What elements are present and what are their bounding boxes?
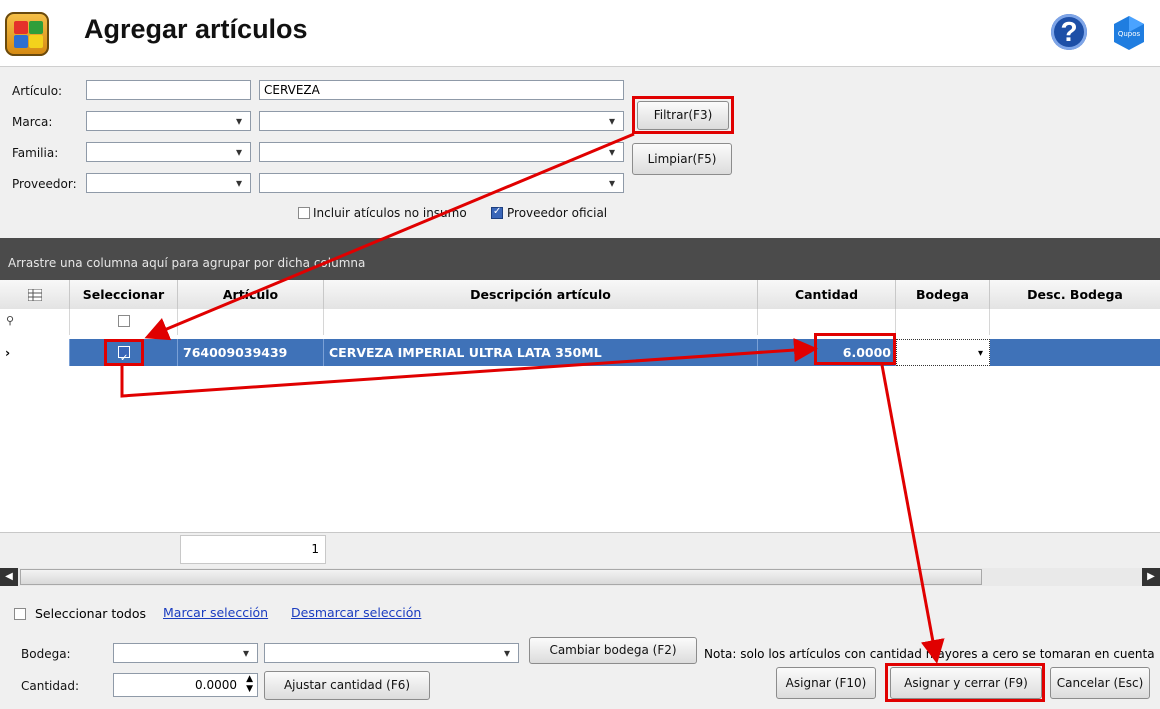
cantidad-label: Cantidad: bbox=[21, 679, 80, 693]
articulo-code-input[interactable] bbox=[86, 80, 251, 100]
app-icon bbox=[5, 12, 49, 56]
incluir-checkbox[interactable] bbox=[298, 207, 310, 219]
seleccionar-todos-checkbox[interactable] bbox=[14, 608, 26, 620]
filter-cell-desc-bodega[interactable] bbox=[990, 309, 1160, 335]
col-bodega[interactable]: Bodega bbox=[896, 280, 990, 309]
asignar-cerrar-button[interactable]: Asignar y cerrar (F9) bbox=[890, 667, 1042, 699]
seleccionar-todos-label: Seleccionar todos bbox=[35, 606, 146, 621]
row-descripcion[interactable]: CERVEZA IMPERIAL ULTRA LATA 350ML bbox=[324, 339, 758, 366]
cambiar-bodega-button[interactable]: Cambiar bodega (F2) bbox=[529, 637, 697, 664]
help-icon[interactable]: ? bbox=[1051, 14, 1087, 50]
column-chooser-icon[interactable] bbox=[0, 280, 70, 309]
bodega-label: Bodega: bbox=[21, 647, 71, 661]
row-select-cell bbox=[70, 339, 178, 372]
window-title: Agregar artículos bbox=[84, 14, 308, 44]
nota-text: Nota: solo los artículos con cantidad ma… bbox=[704, 647, 1155, 661]
horizontal-scrollbar[interactable]: ◀ ▶ bbox=[0, 568, 1160, 586]
row-bodega-select[interactable]: ▾ bbox=[896, 339, 990, 366]
bodega-select[interactable] bbox=[264, 643, 519, 663]
articulo-text-input[interactable]: CERVEZA bbox=[259, 80, 624, 100]
col-articulo[interactable]: Artículo bbox=[178, 280, 324, 309]
title-bar: Agregar artículos ? Qupos bbox=[0, 0, 1160, 67]
row-articulo[interactable]: 764009039439 bbox=[178, 339, 324, 366]
filter-icon[interactable]: ⚲ bbox=[0, 309, 70, 335]
marca-select[interactable] bbox=[259, 111, 624, 131]
familia-label: Familia: bbox=[12, 146, 59, 160]
grid-header: Seleccionar Artículo Descripción artícul… bbox=[0, 280, 1160, 310]
col-descripcion[interactable]: Descripción artículo bbox=[324, 280, 758, 309]
articulo-label: Artículo: bbox=[12, 84, 63, 98]
asignar-button[interactable]: Asignar (F10) bbox=[776, 667, 876, 699]
scroll-right-icon[interactable]: ▶ bbox=[1142, 568, 1160, 586]
filter-cell-bodega[interactable] bbox=[896, 309, 990, 335]
table-row[interactable]: › 764009039439 CERVEZA IMPERIAL ULTRA LA… bbox=[0, 339, 1160, 372]
col-seleccionar[interactable]: Seleccionar bbox=[70, 280, 178, 309]
row-count: 1 bbox=[180, 535, 326, 564]
familia-select[interactable] bbox=[259, 142, 624, 162]
group-panel-text: Arrastre una columna aquí para agrupar p… bbox=[8, 256, 366, 270]
filter-select-checkbox[interactable] bbox=[118, 315, 130, 327]
marca-label: Marca: bbox=[12, 115, 53, 129]
marca-code-select[interactable] bbox=[86, 111, 251, 131]
familia-code-select[interactable] bbox=[86, 142, 251, 162]
scroll-left-icon[interactable]: ◀ bbox=[0, 568, 18, 586]
proveedor-code-select[interactable] bbox=[86, 173, 251, 193]
filtrar-button[interactable]: Filtrar(F3) bbox=[637, 101, 729, 130]
group-panel[interactable]: Arrastre una columna aquí para agrupar p… bbox=[0, 238, 1160, 280]
row-cantidad[interactable]: 6.0000 bbox=[758, 339, 896, 366]
incluir-label: Incluir atículos no insumo bbox=[313, 206, 467, 220]
filter-cell-seleccionar bbox=[70, 309, 178, 335]
filter-cell-articulo[interactable] bbox=[178, 309, 324, 335]
svg-text:Qupos: Qupos bbox=[1118, 30, 1141, 38]
row-select-checkbox[interactable] bbox=[118, 345, 130, 372]
qupos-logo-icon: Qupos bbox=[1114, 16, 1144, 50]
grid-body bbox=[0, 366, 1160, 532]
stepper-arrows-icon[interactable]: ▲ ▼ bbox=[246, 674, 253, 694]
proveedor-oficial-label: Proveedor oficial bbox=[507, 206, 608, 220]
limpiar-button[interactable]: Limpiar(F5) bbox=[632, 143, 732, 175]
proveedor-label: Proveedor: bbox=[12, 177, 77, 191]
marcar-seleccion-link[interactable]: Marcar selección bbox=[163, 605, 268, 620]
row-indicator-icon: › bbox=[0, 339, 70, 366]
scroll-thumb[interactable] bbox=[20, 569, 982, 585]
cantidad-value: 0.0000 bbox=[195, 678, 237, 692]
cantidad-stepper[interactable]: 0.0000 ▲ ▼ bbox=[113, 673, 258, 697]
filter-cell-descripcion[interactable] bbox=[324, 309, 758, 335]
bodega-code-select[interactable] bbox=[113, 643, 258, 663]
filter-cell-cantidad[interactable] bbox=[758, 309, 896, 335]
ajustar-cantidad-button[interactable]: Ajustar cantidad (F6) bbox=[264, 671, 430, 700]
grid-filter-row: ⚲ bbox=[0, 309, 1160, 336]
col-cantidad[interactable]: Cantidad bbox=[758, 280, 896, 309]
desmarcar-seleccion-link[interactable]: Desmarcar selección bbox=[291, 605, 421, 620]
proveedor-select[interactable] bbox=[259, 173, 624, 193]
proveedor-oficial-checkbox[interactable] bbox=[491, 206, 503, 219]
cancelar-button[interactable]: Cancelar (Esc) bbox=[1050, 667, 1150, 699]
col-desc-bodega[interactable]: Desc. Bodega bbox=[990, 280, 1160, 309]
grid-summary-row bbox=[0, 532, 1160, 569]
row-desc-bodega[interactable] bbox=[990, 339, 1160, 366]
